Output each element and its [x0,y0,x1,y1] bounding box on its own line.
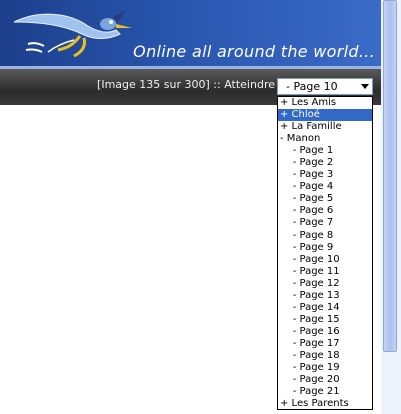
dropdown-option[interactable]: + Chloé [278,109,372,122]
chevron-down-icon[interactable] [361,84,369,89]
scrollbar-thumb[interactable] [383,0,397,352]
page-select-value: - Page 10 [286,80,338,93]
separator: :: [213,78,221,91]
roadrunner-logo-icon [13,10,132,58]
dropdown-option[interactable]: + Les Parents [278,398,372,409]
dropdown-option[interactable]: - Page 15 [278,314,372,326]
dropdown-option[interactable]: + La Famille [278,121,372,133]
dropdown-option[interactable]: - Page 5 [278,193,372,205]
site-header: Online all around the world... [0,0,381,68]
dropdown-option[interactable]: - Page 3 [278,169,372,181]
dropdown-option[interactable]: - Page 17 [278,338,372,350]
dropdown-option[interactable]: - Page 21 [278,386,372,398]
page-select[interactable]: - Page 10 [277,78,373,95]
dropdown-option[interactable]: - Page 4 [278,181,372,193]
dropdown-option[interactable]: - Manon [278,133,372,145]
dropdown-option[interactable]: - Page 10 [278,254,372,266]
page-select-dropdown[interactable]: + Les Amis + Chloé + La Famille - Manon - P… [277,96,373,410]
dropdown-option[interactable]: + Les Amis [278,97,372,109]
dropdown-option[interactable]: - Page 6 [278,205,372,217]
dropdown-option[interactable]: - Page 16 [278,326,372,338]
dropdown-option[interactable]: - Page 2 [278,157,372,169]
dropdown-option[interactable]: - Page 13 [278,290,372,302]
dropdown-option[interactable]: - Page 20 [278,374,372,386]
dropdown-option[interactable]: - Page 19 [278,362,372,374]
dropdown-option[interactable]: - Page 11 [278,266,372,278]
dropdown-option[interactable]: - Page 14 [278,302,372,314]
goto-label: Atteindre [224,78,275,91]
site-tagline: Online all around the world... [133,42,375,61]
dropdown-option[interactable]: - Page 12 [278,278,372,290]
dropdown-option[interactable]: - Page 8 [278,230,372,242]
dropdown-option[interactable]: - Page 18 [278,350,372,362]
dropdown-option[interactable]: - Page 1 [278,145,372,157]
dropdown-option[interactable]: - Page 7 [278,217,372,229]
toolbar-text: [Image 135 sur 300] :: Atteindre [97,78,275,91]
dropdown-option[interactable]: - Page 9 [278,242,372,254]
image-counter: [Image 135 sur 300] [97,78,210,91]
